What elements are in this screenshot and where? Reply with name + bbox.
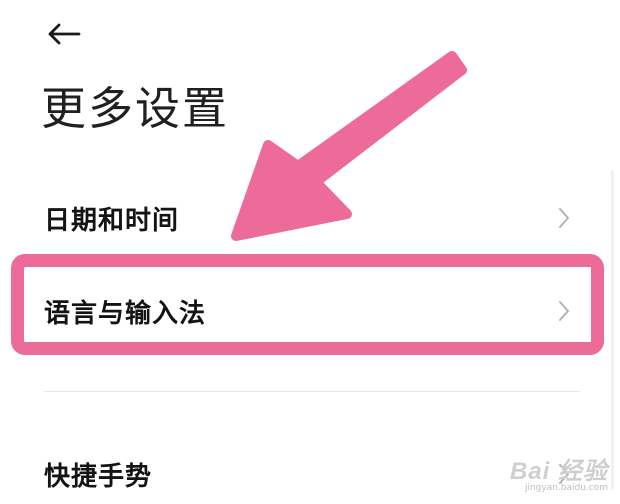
- chevron-right-icon: [552, 462, 576, 486]
- divider: [44, 391, 580, 392]
- arrow-left-icon: [48, 23, 81, 45]
- chevron-right-icon: [552, 206, 576, 230]
- menu-item-label: 语言与输入法: [44, 298, 207, 329]
- annotation-arrow-icon: [231, 51, 467, 241]
- back-button[interactable]: [42, 14, 86, 54]
- page-title: 更多设置: [41, 82, 230, 135]
- menu-item-label: 日期和时间: [44, 205, 180, 236]
- menu-item-language-input[interactable]: 语言与输入法: [44, 281, 596, 341]
- chevron-right-icon: [552, 299, 576, 323]
- scrollbar[interactable]: [611, 170, 614, 490]
- menu-item-date-time[interactable]: 日期和时间: [44, 188, 596, 248]
- menu-item-shortcut-gestures[interactable]: 快捷手势: [44, 444, 596, 504]
- menu-item-label: 快捷手势: [44, 461, 153, 492]
